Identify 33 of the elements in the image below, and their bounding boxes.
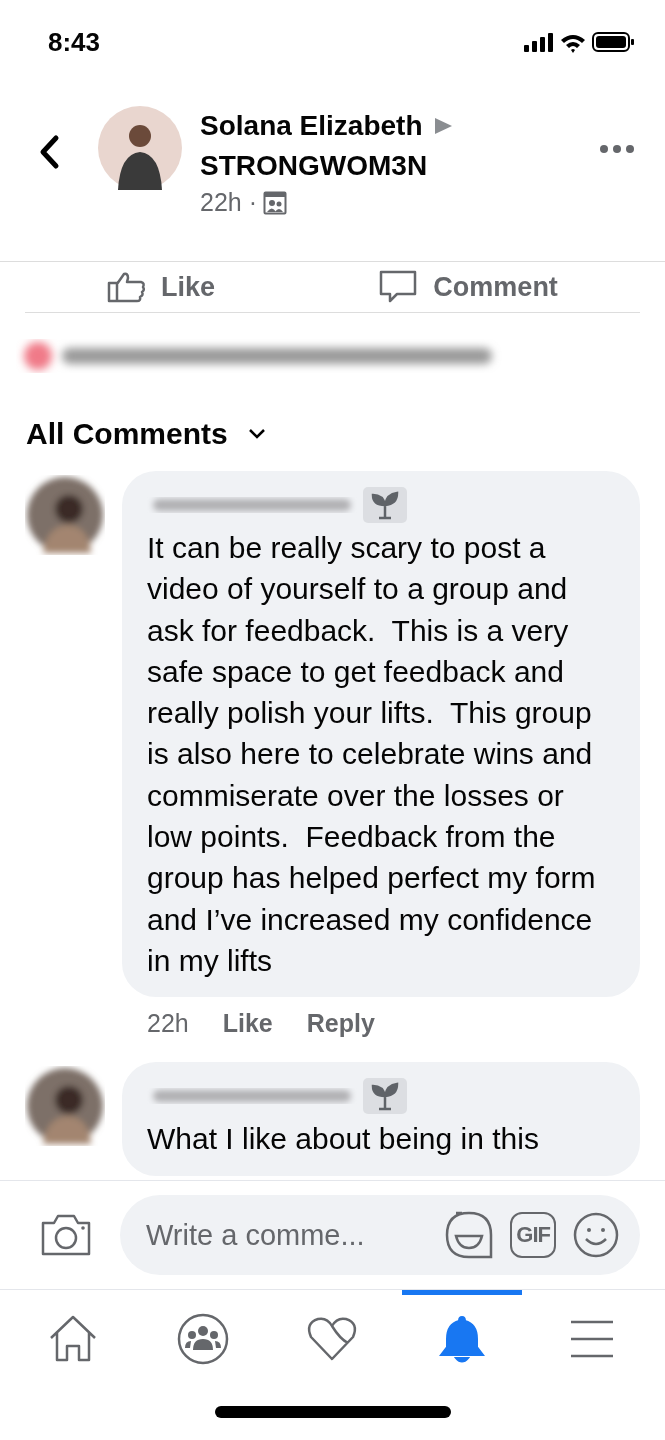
comment-button[interactable]: Comment	[379, 270, 558, 304]
sort-label[interactable]: All Comments	[26, 417, 228, 451]
gif-button[interactable]: GIF	[510, 1212, 556, 1258]
signal-icon	[524, 32, 554, 52]
people-icon[interactable]	[175, 1311, 230, 1366]
chevron-down-icon[interactable]	[247, 428, 266, 440]
heart-icon[interactable]	[306, 1314, 359, 1363]
avatar[interactable]	[25, 1066, 105, 1147]
emoji-icon[interactable]	[572, 1211, 620, 1259]
sticker-icon[interactable]	[444, 1210, 495, 1260]
group-icon	[263, 190, 287, 215]
thumbs-up-icon	[107, 271, 148, 303]
comment-text: It can be really scary to post a video of yourself to a group and ask for feedback. This is a very safe space to get feedback and really polish your lifts. This group is also here to celebrate wins and commiserate over the losses or low points. Feedback from the group has helped perfect my form and I’ve increased my confidence in my lifts	[147, 530, 597, 979]
comment-text: What I like about being in this	[147, 1121, 540, 1158]
sprout-icon	[363, 487, 407, 523]
triangle-icon	[432, 116, 453, 136]
sprout-icon	[363, 1078, 407, 1115]
like-button[interactable]: Like	[107, 271, 216, 303]
menu-icon[interactable]	[569, 1318, 616, 1359]
more-icon[interactable]	[599, 144, 635, 154]
comment-field[interactable]: Write a comme... GIF	[120, 1195, 640, 1275]
back-icon[interactable]	[38, 134, 60, 170]
author-name[interactable]: Solana Elizabeth	[200, 106, 423, 146]
post-time: 22h ·	[200, 188, 257, 217]
camera-icon[interactable]	[40, 1213, 92, 1257]
clock-time: 8:43	[48, 26, 101, 58]
like-link[interactable]: Like	[222, 1009, 273, 1039]
battery-icon	[592, 32, 635, 52]
reply-link[interactable]: Reply	[306, 1009, 375, 1039]
avatar[interactable]	[25, 475, 105, 555]
group-name[interactable]: STRONGWOM3N	[200, 146, 599, 186]
comment-time: 22h	[147, 1009, 189, 1039]
avatar[interactable]	[98, 106, 182, 190]
